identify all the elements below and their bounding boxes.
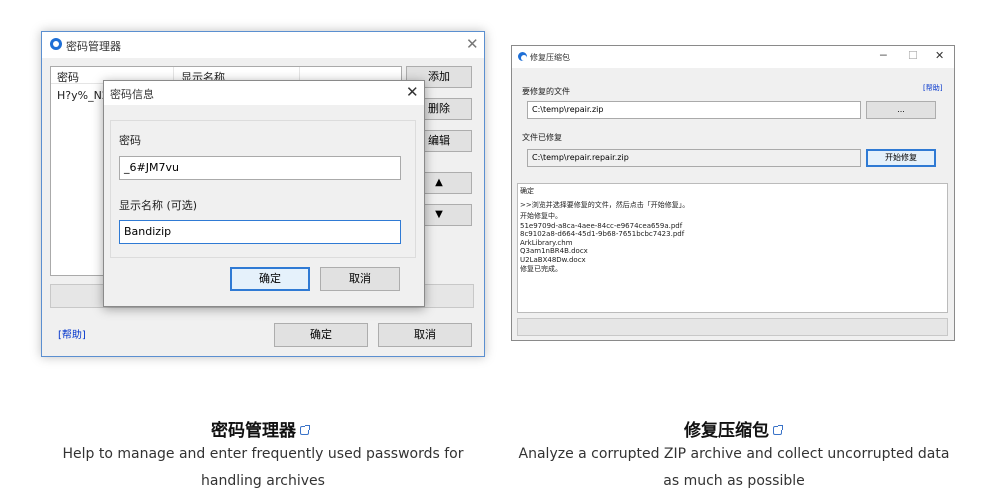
- password-manager-caption-title[interactable]: 密码管理器: [60, 416, 460, 441]
- log-line: 开始修复中。: [520, 212, 562, 220]
- log-line: 确定: [520, 187, 534, 195]
- dialog-cancel-button[interactable]: 取消: [320, 267, 400, 291]
- password-label: 密码: [119, 134, 141, 147]
- log-line: ArkLibrary.chm: [520, 238, 573, 247]
- column-header-password[interactable]: 密码: [57, 69, 79, 85]
- log-line: 51e9709d-a8ca-4aee-84cc-e9674cea659a.pdf: [520, 221, 683, 230]
- output-file-label: 文件已修复: [522, 133, 562, 142]
- list-item-password[interactable]: H?y%_N2: [57, 89, 109, 102]
- password-manager-caption-desc: Help to manage and enter frequently used…: [62, 446, 464, 489]
- password-info-dialog: 密码信息 ✕ 密码 _6#JM7vu 显示名称 (可选) Bandizip 确定…: [103, 80, 425, 307]
- password-manager-titlebar: 密码管理器 ✕: [42, 32, 484, 58]
- log-line: >>浏览并选择要修复的文件，然后点击「开始修复」。: [520, 200, 690, 209]
- repair-caption-desc: Analyze a corrupted ZIP archive and coll…: [518, 446, 950, 489]
- maximize-icon[interactable]: ☐: [908, 49, 918, 62]
- password-manager-caption-text[interactable]: 密码管理器: [211, 421, 296, 441]
- bandizip-app-icon: [50, 38, 62, 50]
- repair-titlebar: 修复压缩包 ─ ☐ ✕: [512, 46, 954, 68]
- external-link-icon[interactable]: [773, 425, 783, 435]
- display-name-field[interactable]: Bandizip: [119, 220, 401, 244]
- help-link[interactable]: [帮助]: [58, 326, 86, 341]
- log-line: Q3am1nBR4B.docx: [520, 247, 588, 255]
- repair-log[interactable]: 确定 >>浏览并选择要修复的文件，然后点击「开始修复」。 开始修复中。 51e9…: [517, 183, 948, 313]
- repair-title: 修复压缩包: [530, 53, 570, 62]
- repair-caption-text[interactable]: 修复压缩包: [684, 421, 769, 441]
- cancel-button[interactable]: 取消: [378, 323, 472, 347]
- start-repair-button[interactable]: 开始修复: [866, 149, 936, 167]
- password-manager-title: 密码管理器: [66, 40, 121, 53]
- output-file-field[interactable]: C:\temp\repair.repair.zip: [527, 149, 861, 167]
- source-file-label: 要修复的文件: [522, 87, 570, 96]
- repair-progress-bar: [517, 318, 948, 336]
- close-icon[interactable]: ✕: [466, 35, 479, 53]
- source-file-field[interactable]: C:\temp\repair.zip: [527, 101, 861, 119]
- password-field[interactable]: _6#JM7vu: [119, 156, 401, 180]
- log-line: 8c9102a8-d664-45d1-9b68-7651bcbc7423.pdf: [520, 230, 685, 238]
- password-info-title: 密码信息: [110, 88, 154, 101]
- password-info-titlebar: 密码信息 ✕: [104, 81, 424, 105]
- close-icon[interactable]: ✕: [935, 49, 944, 62]
- browse-button[interactable]: ...: [866, 101, 936, 119]
- ok-button[interactable]: 确定: [274, 323, 368, 347]
- display-name-label: 显示名称 (可选): [119, 199, 198, 212]
- log-line: 修复已完成。: [520, 265, 562, 273]
- repair-caption-title[interactable]: 修复压缩包: [533, 416, 933, 441]
- external-link-icon[interactable]: [300, 425, 310, 435]
- close-icon[interactable]: ✕: [406, 83, 419, 101]
- password-info-group: 密码 _6#JM7vu 显示名称 (可选) Bandizip: [110, 120, 416, 258]
- repair-window: 修复压缩包 ─ ☐ ✕ [帮助] 要修复的文件 C:\temp\repair.z…: [511, 45, 955, 341]
- bandizip-app-icon: [518, 52, 527, 61]
- minimize-icon[interactable]: ─: [880, 49, 887, 62]
- repair-help-link[interactable]: [帮助]: [923, 83, 942, 93]
- dialog-ok-button[interactable]: 确定: [230, 267, 310, 291]
- log-line: U2LaBX48Dw.docx: [520, 255, 586, 264]
